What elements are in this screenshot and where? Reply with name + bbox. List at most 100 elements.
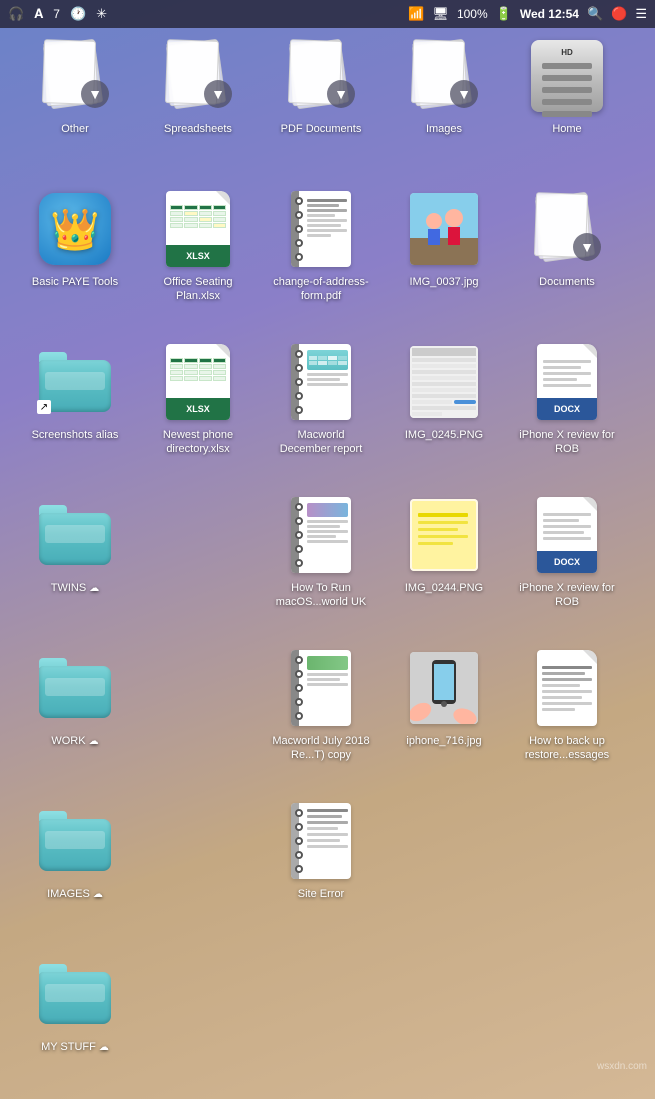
menubar: 🎧 𝐀 7 🕐 ✳ 📶 🖥 100% 🔋 Wed 12:54 🔍 🔴 ☰ xyxy=(0,0,655,28)
twins-folder-icon xyxy=(39,505,111,565)
twins-folder-label: TWINS ☁ xyxy=(51,581,100,595)
wifi-icon: 📶 xyxy=(408,6,424,22)
macworld-dec-icon xyxy=(291,344,351,420)
screenshots-alias-label: Screenshots alias xyxy=(32,428,119,442)
newest-phone-directory-icon: XLSX xyxy=(166,344,230,420)
menubar-right: 📶 🖥 100% 🔋 Wed 12:54 🔍 🔴 ☰ xyxy=(408,6,647,22)
img-0244-svg xyxy=(410,499,478,571)
sync-icon: ✳ xyxy=(96,6,107,22)
img-0244-icon xyxy=(410,499,478,571)
macworld-july[interactable]: Macworld July 2018 Re...T) copy xyxy=(266,648,376,763)
images-folder-desktop[interactable]: IMAGES ☁ xyxy=(20,801,130,901)
spreadsheets-folder-label: Spreadsheets xyxy=(164,122,232,136)
screenshots-alias[interactable]: ↗ Screenshots alias xyxy=(20,342,130,442)
spreadsheets-folder-icon: ▼ xyxy=(162,40,234,112)
pdf-documents-folder-label: PDF Documents xyxy=(281,122,362,136)
office-seating-plan-icon: XLSX xyxy=(166,191,230,267)
iphone-review-2-icon: DOCX xyxy=(537,497,597,573)
change-of-address-form[interactable]: change-of-address-form.pdf xyxy=(266,189,376,304)
how-to-run-macos[interactable]: How To Run macOS...world UK xyxy=(266,495,376,610)
img-0037-icon xyxy=(410,193,478,265)
pdf-documents-arrow-icon: ▼ xyxy=(334,87,348,101)
documents-folder[interactable]: ▼ Documents xyxy=(512,189,622,289)
harddrive-label: HD xyxy=(561,48,573,57)
other-folder-icon: ▼ xyxy=(39,40,111,112)
battery-icon: 🔋 xyxy=(496,6,512,22)
battery-percent: 100% xyxy=(457,7,488,21)
alias-arrow-icon: ↗ xyxy=(37,400,51,414)
spreadsheets-arrow-icon: ▼ xyxy=(211,87,225,101)
other-folder-arrow-icon: ▼ xyxy=(88,87,102,101)
basic-paye-tools-icon: 👑 xyxy=(39,193,111,265)
img-0245-label: IMG_0245.PNG xyxy=(405,428,483,442)
my-stuff-folder[interactable]: MY STUFF ☁ xyxy=(20,954,130,1054)
iphone-review-2-doc: DOCX xyxy=(537,497,597,573)
macworld-dec-report[interactable]: Macworld December report xyxy=(266,342,376,457)
newest-phone-directory[interactable]: XLSX Newest phone directory.xlsx xyxy=(143,342,253,457)
images-folder-label: Images xyxy=(426,122,462,136)
datetime: Wed 12:54 xyxy=(520,7,579,21)
work-folder-icon xyxy=(39,658,111,718)
iphone-716-icon xyxy=(410,652,478,724)
documents-folder-icon: ▼ xyxy=(531,193,603,265)
menubar-left: 🎧 𝐀 7 🕐 ✳ xyxy=(8,6,107,22)
how-to-back-up-label: How to back up restore...essages xyxy=(517,734,617,763)
work-folder[interactable]: WORK ☁ xyxy=(20,648,130,748)
iphone-716[interactable]: iphone_716.jpg xyxy=(389,648,499,748)
iphone-review-1-icon: DOCX xyxy=(537,344,597,420)
macworld-july-icon xyxy=(291,650,351,726)
twins-folder[interactable]: TWINS ☁ xyxy=(20,495,130,595)
img-0037-svg xyxy=(410,193,478,265)
newest-phone-xlsx-icon: XLSX xyxy=(166,344,230,420)
iphone-x-review-rob-1[interactable]: DOCX iPhone X review for ROB xyxy=(512,342,622,457)
change-of-address-form-icon xyxy=(291,191,351,267)
home-drive[interactable]: HD Home xyxy=(512,36,622,136)
img-0037-label: IMG_0037.jpg xyxy=(409,275,478,289)
home-drive-icon: HD xyxy=(531,40,603,112)
img-0245[interactable]: IMG_0245.PNG xyxy=(389,342,499,442)
img-0244-label: IMG_0244.PNG xyxy=(405,581,483,595)
images-stack-arrow-icon: ▼ xyxy=(457,87,471,101)
basic-paye-tools[interactable]: 👑 Basic PAYE Tools xyxy=(20,189,130,289)
iphone-x-review-rob-2[interactable]: DOCX iPhone X review for ROB xyxy=(512,495,622,610)
how-to-run-macos-label: How To Run macOS...world UK xyxy=(271,581,371,610)
how-to-run-macos-icon xyxy=(291,497,351,573)
macworld-dec-notebook xyxy=(291,344,351,420)
site-error[interactable]: Site Error xyxy=(266,801,376,901)
img-0037[interactable]: IMG_0037.jpg xyxy=(389,189,499,289)
pdf-documents-folder[interactable]: ▼ PDF Documents xyxy=(266,36,376,136)
images-folder-desktop-label: IMAGES ☁ xyxy=(47,887,103,901)
macworld-july-label: Macworld July 2018 Re...T) copy xyxy=(271,734,371,763)
xlsx-badge-1: XLSX xyxy=(166,245,230,267)
how-to-back-up[interactable]: How to back up restore...essages xyxy=(512,648,622,763)
harddrive-vents xyxy=(542,63,592,120)
how-to-back-up-icon xyxy=(537,650,597,726)
watermark: wsxdn.com xyxy=(597,1061,647,1072)
img-0245-icon xyxy=(410,346,478,418)
spreadsheets-folder[interactable]: ▼ Spreadsheets xyxy=(143,36,253,136)
other-folder[interactable]: ▼ Other xyxy=(20,36,130,136)
iphone-x-review-rob-1-label: iPhone X review for ROB xyxy=(517,428,617,457)
desktop: ▼ Other ▼ Spreadsheets xyxy=(0,0,655,1099)
badge-count: 7 xyxy=(53,7,60,21)
office-seating-plan-label: Office Seating Plan.xlsx xyxy=(148,275,248,304)
newest-phone-directory-label: Newest phone directory.xlsx xyxy=(148,428,248,457)
my-stuff-cloud-icon: ☁ xyxy=(99,1042,109,1053)
headphone-icon: 🎧 xyxy=(8,6,24,22)
images-cloud-icon: ☁ xyxy=(93,889,103,900)
menu-icon[interactable]: ☰ xyxy=(635,6,647,22)
iphone-716-svg xyxy=(410,652,478,724)
img-0244[interactable]: IMG_0244.PNG xyxy=(389,495,499,595)
documents-arrow-icon: ▼ xyxy=(580,240,594,254)
iphone-716-label: iphone_716.jpg xyxy=(406,734,481,748)
pdf-documents-folder-icon: ▼ xyxy=(285,40,357,112)
my-stuff-folder-icon xyxy=(39,964,111,1024)
search-icon[interactable]: 🔍 xyxy=(587,6,603,22)
iphone-review-1-doc: DOCX xyxy=(537,344,597,420)
images-folder[interactable]: ▼ Images xyxy=(389,36,499,136)
office-seating-plan[interactable]: XLSX Office Seating Plan.xlsx xyxy=(143,189,253,304)
docx-badge-2: DOCX xyxy=(537,551,597,573)
images-stack-folder-icon: ▼ xyxy=(408,40,480,112)
screenshots-folder-icon: ↗ xyxy=(39,352,111,412)
siri-icon[interactable]: 🔴 xyxy=(611,6,627,22)
